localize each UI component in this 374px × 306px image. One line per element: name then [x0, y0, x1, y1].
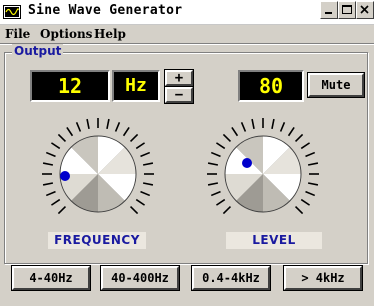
- knob-tick: [42, 182, 54, 186]
- knob-tick: [50, 198, 61, 206]
- frequency-knob[interactable]: [35, 112, 165, 232]
- level-knob-label: LEVEL: [226, 232, 322, 249]
- title-bar[interactable]: Sine Wave Generator: [0, 0, 374, 25]
- knob-tick: [207, 182, 219, 186]
- knob-tick: [129, 133, 139, 143]
- knob-tick: [222, 133, 232, 143]
- frequency-knob-dial: [59, 135, 137, 213]
- knob-tick: [210, 151, 221, 158]
- output-group-label: Output: [12, 44, 64, 58]
- level-display: 80: [238, 70, 304, 102]
- window-title: Sine Wave Generator: [28, 3, 183, 18]
- knob-tick: [271, 118, 275, 130]
- close-button[interactable]: [356, 1, 374, 19]
- level-knob[interactable]: [200, 112, 330, 232]
- frequency-increase-button[interactable]: +: [164, 69, 194, 87]
- knob-tick: [66, 126, 74, 137]
- level-knob-dial: [224, 135, 302, 213]
- knob-tick: [50, 142, 61, 150]
- knob-tick: [45, 190, 56, 197]
- plus-icon: +: [174, 70, 184, 86]
- knob-tick: [307, 162, 319, 166]
- range-above-4khz-button[interactable]: > 4kHz: [283, 265, 363, 291]
- minimize-icon: [325, 12, 332, 14]
- knob-tick: [207, 162, 219, 166]
- knob-tick: [287, 126, 295, 137]
- app-icon: [3, 4, 21, 19]
- knob-tick: [307, 182, 319, 186]
- close-icon: [360, 5, 369, 14]
- frequency-display: 12: [30, 70, 110, 102]
- knob-tick: [135, 198, 146, 206]
- knob-tick: [305, 190, 316, 197]
- knob-tick: [251, 118, 255, 130]
- level-knob-marker: [242, 158, 252, 168]
- knob-tick: [279, 121, 286, 132]
- menu-help[interactable]: Help: [94, 27, 126, 41]
- knob-tick: [240, 121, 247, 132]
- knob-tick: [106, 118, 110, 130]
- knob-tick: [114, 121, 121, 132]
- range-40-400hz-button[interactable]: 40-400Hz: [100, 265, 180, 291]
- knob-tick: [215, 142, 226, 150]
- knob-tick: [210, 190, 221, 197]
- menu-bar: File Options Help: [0, 25, 374, 44]
- maximize-icon: [342, 5, 352, 14]
- minimize-button[interactable]: [320, 1, 338, 19]
- knob-tick: [300, 198, 311, 206]
- knob-tick: [140, 190, 151, 197]
- knob-tick: [42, 162, 54, 166]
- knob-tick: [57, 205, 67, 215]
- frequency-decrease-button[interactable]: −: [164, 86, 194, 104]
- frequency-knob-marker: [60, 171, 70, 181]
- app-window: Sine Wave Generator File Options Help Ou…: [0, 0, 374, 306]
- knob-tick: [135, 142, 146, 150]
- knob-tick: [215, 198, 226, 206]
- knob-tick: [140, 151, 151, 158]
- knob-tick: [300, 142, 311, 150]
- knob-tick: [86, 118, 90, 130]
- knob-tick: [294, 205, 304, 215]
- frequency-knob-label: FREQUENCY: [48, 232, 146, 249]
- knob-tick: [75, 121, 82, 132]
- menu-options[interactable]: Options: [40, 27, 92, 41]
- minus-icon: −: [174, 87, 184, 103]
- knob-tick: [142, 182, 154, 186]
- knob-tick: [294, 133, 304, 143]
- frequency-unit-display: Hz: [112, 70, 160, 102]
- knob-tick: [231, 126, 239, 137]
- knob-tick: [129, 205, 139, 215]
- knob-tick: [142, 162, 154, 166]
- maximize-button[interactable]: [338, 1, 356, 19]
- menu-file[interactable]: File: [5, 27, 30, 41]
- mute-button[interactable]: Mute: [307, 72, 365, 98]
- knob-tick: [222, 205, 232, 215]
- range-4-40hz-button[interactable]: 4-40Hz: [11, 265, 91, 291]
- knob-tick: [45, 151, 56, 158]
- knob-tick: [57, 133, 67, 143]
- knob-tick: [122, 126, 130, 137]
- knob-tick: [305, 151, 316, 158]
- range-0.4-4khz-button[interactable]: 0.4-4kHz: [191, 265, 271, 291]
